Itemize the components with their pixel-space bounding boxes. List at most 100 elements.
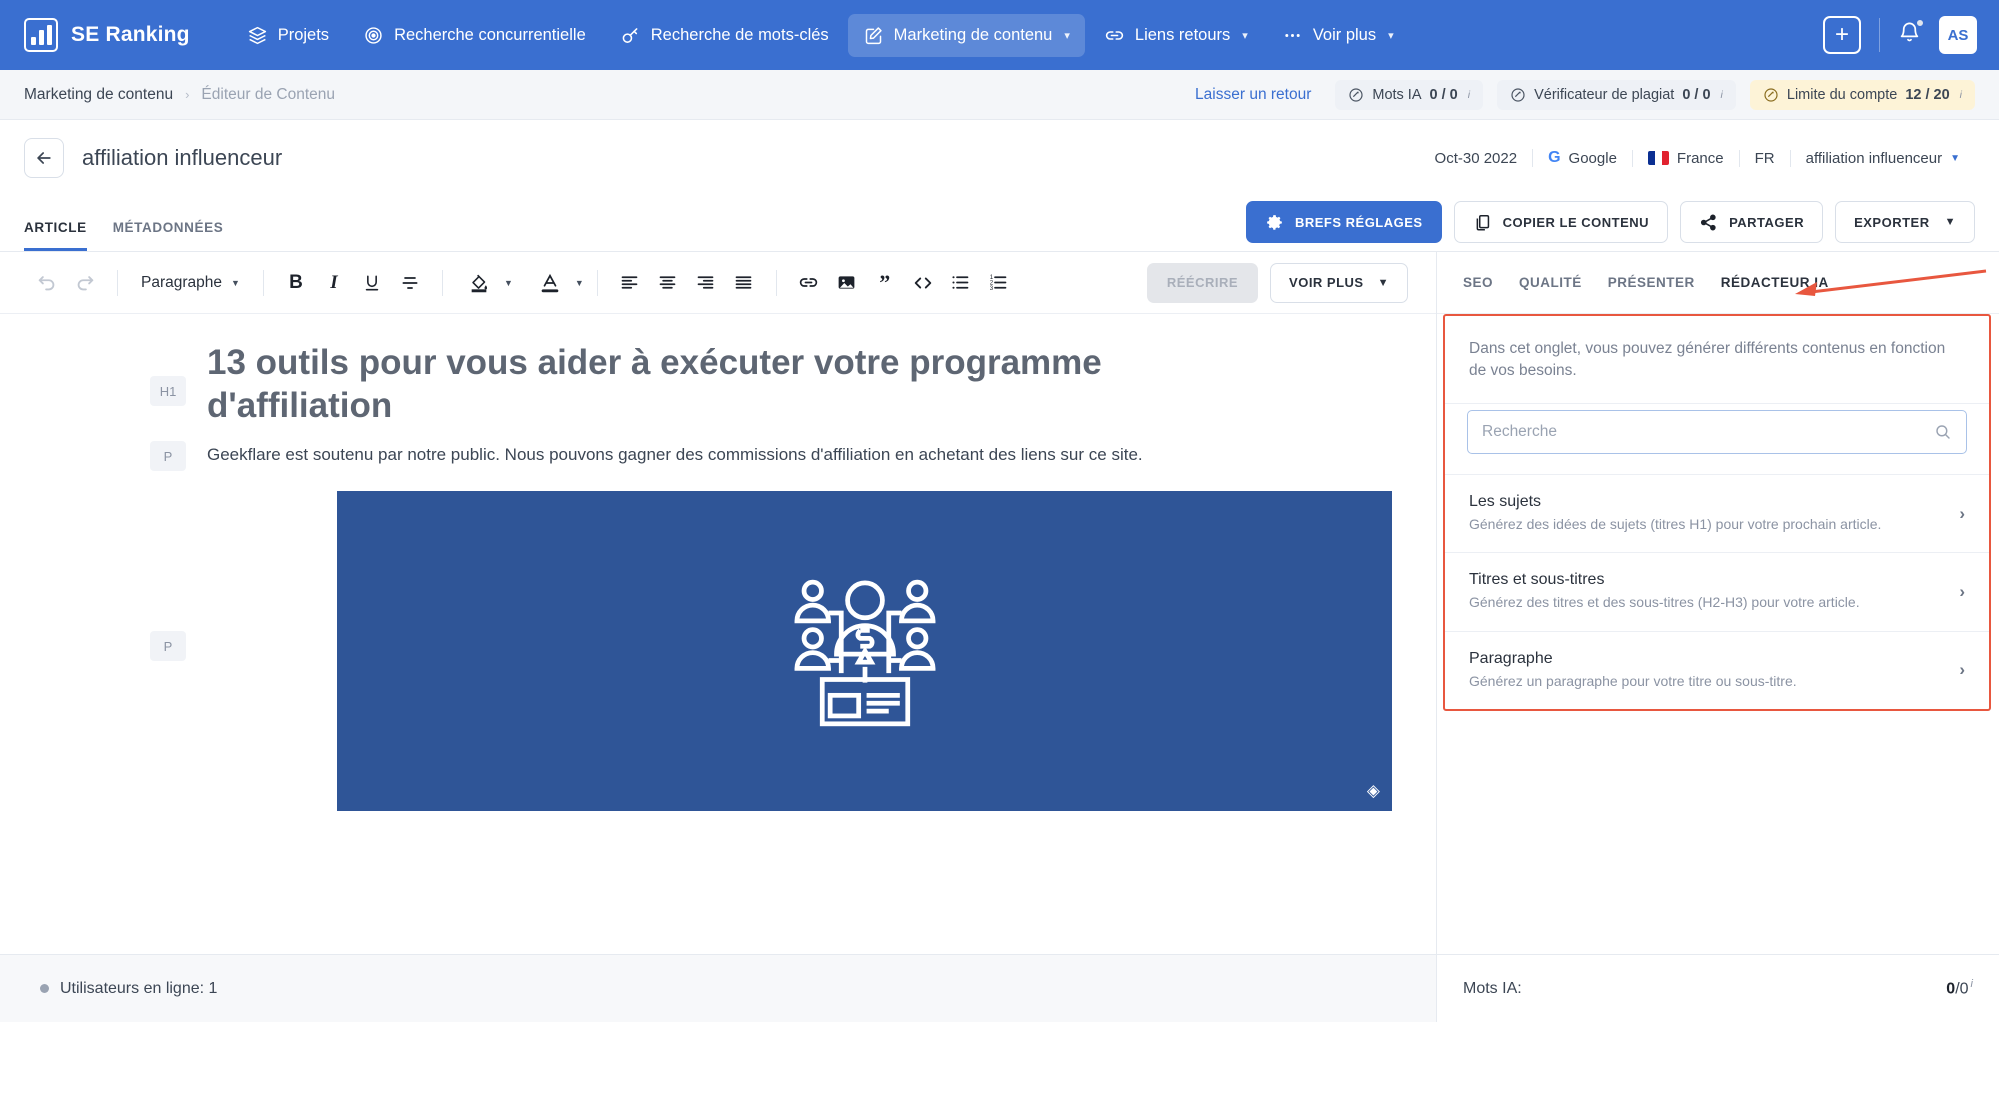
back-button[interactable] — [24, 138, 64, 178]
brand-name: SE Ranking — [71, 23, 190, 46]
text-color-control[interactable]: ▼ — [527, 264, 584, 302]
align-left-icon — [621, 276, 638, 289]
insert-image-button[interactable] — [828, 264, 866, 302]
add-button[interactable]: + — [1823, 16, 1861, 54]
align-right-button[interactable] — [687, 264, 725, 302]
tab-article[interactable]: ARTICLE — [24, 220, 87, 251]
side-tab-presenter[interactable]: PRÉSENTER — [1608, 275, 1695, 290]
image-icon — [838, 276, 855, 289]
ai-option-description: Générez un paragraphe pour votre titre o… — [1469, 672, 1797, 689]
search-input[interactable] — [1482, 422, 1934, 441]
redo-button[interactable] — [66, 264, 104, 302]
align-center-button[interactable] — [649, 264, 687, 302]
nav-item-recherche-concurrentielle[interactable]: Recherche concurrentielle — [348, 14, 601, 57]
pill-mots-ia[interactable]: Mots IA 0 / 0 i — [1335, 79, 1484, 110]
nav-label-recherche-concurrentielle: Recherche concurrentielle — [394, 25, 586, 44]
pill-verificateur-plagiat[interactable]: Vérificateur de plagiat 0 / 0 i — [1497, 79, 1736, 110]
align-justify-icon — [735, 276, 752, 289]
chevron-down-icon: ▼ — [1377, 276, 1389, 289]
chevron-down-icon[interactable]: ▼ — [575, 278, 584, 288]
pill-limite-compte[interactable]: Limite du compte 12 / 20 i — [1749, 79, 1975, 110]
breadcrumb-parent[interactable]: Marketing de contenu — [24, 86, 173, 104]
annotation-arrow-icon — [1795, 269, 1987, 296]
meta-language[interactable]: FR — [1738, 149, 1790, 167]
chevron-down-icon[interactable]: ▼ — [504, 278, 513, 288]
bullet-list-button[interactable] — [942, 264, 980, 302]
blockquote-button[interactable]: ” — [866, 264, 904, 302]
primary-nav: Projets Recherche concurrentielle Recher… — [232, 13, 1409, 57]
info-icon[interactable]: i — [1960, 89, 1962, 101]
editor-canvas[interactable]: H1 13 outils pour vous aider à exécuter … — [0, 314, 1436, 954]
block-format-select[interactable]: Paragraphe ▼ — [131, 264, 250, 302]
link-icon — [800, 278, 818, 287]
ai-option-paragraphe[interactable]: Paragraphe Générez un paragraphe pour vo… — [1445, 630, 1989, 709]
image-resize-handle[interactable]: ◈ — [1367, 781, 1380, 801]
target-icon — [365, 26, 382, 44]
meta-keyword-selector[interactable]: affiliation influenceur ▼ — [1789, 149, 1975, 167]
nav-item-voir-plus[interactable]: Voir plus ▾ — [1267, 14, 1409, 57]
underline-button[interactable] — [353, 264, 391, 302]
article-h1[interactable]: 13 outils pour vous aider à exécuter vot… — [207, 342, 1247, 427]
meta-engine-label: Google — [1568, 149, 1617, 167]
ai-option-les-sujets[interactable]: Les sujets Générez des idées de sujets (… — [1445, 473, 1989, 552]
side-tab-seo[interactable]: SEO — [1463, 275, 1493, 290]
nav-item-marketing-de-contenu[interactable]: Marketing de contenu ▾ — [847, 13, 1085, 57]
brief-settings-button[interactable]: BREFS RÉGLAGES — [1245, 201, 1442, 243]
article-image[interactable]: ◈ — [337, 491, 1392, 812]
strikethrough-button[interactable] — [391, 264, 429, 302]
highlight-color-button[interactable] — [460, 264, 498, 302]
meta-search-engine[interactable]: G Google — [1532, 149, 1632, 167]
export-label: EXPORTER — [1854, 214, 1930, 230]
nav-item-recherche-mots-cles[interactable]: Recherche de mots-clés — [605, 14, 844, 57]
ai-writer-intro: Dans cet onglet, vous pouvez générer dif… — [1469, 340, 1946, 380]
rewrite-button[interactable]: RÉÉCRIRE — [1146, 262, 1259, 303]
ai-option-title: Titres et sous-titres — [1469, 571, 1605, 589]
ai-option-description: Générez des titres et des sous-titres (H… — [1469, 594, 1860, 611]
info-icon[interactable]: i — [1971, 978, 1973, 990]
editor-block-image[interactable]: P ◈ — [0, 491, 1436, 812]
meta-country[interactable]: France — [1631, 149, 1739, 167]
ai-search-box[interactable] — [1467, 409, 1967, 454]
text-color-icon — [541, 273, 559, 292]
brand-logo-link[interactable]: SE Ranking — [24, 18, 190, 52]
code-block-button[interactable] — [904, 264, 942, 302]
bullet-list-icon — [952, 276, 969, 289]
insert-link-button[interactable] — [790, 264, 828, 302]
editor-block-paragraph[interactable]: P Geekflare est soutenu par notre public… — [0, 441, 1436, 472]
top-navigation-bar: SE Ranking Projets Recherche concurrenti… — [0, 0, 1999, 70]
editor-block-h1[interactable]: H1 13 outils pour vous aider à exécuter … — [0, 342, 1436, 427]
notifications-button[interactable] — [1898, 19, 1924, 49]
align-left-button[interactable] — [611, 264, 649, 302]
align-justify-button[interactable] — [725, 264, 763, 302]
bold-button[interactable]: B — [277, 264, 315, 302]
export-button[interactable]: EXPORTER ▼ — [1835, 201, 1975, 243]
nav-item-liens-retours[interactable]: Liens retours ▾ — [1089, 14, 1263, 57]
ai-badge-icon — [1764, 87, 1778, 102]
copy-content-button[interactable]: COPIER LE CONTENU — [1453, 201, 1669, 243]
info-icon[interactable]: i — [1468, 89, 1470, 101]
nav-item-projets[interactable]: Projets — [232, 14, 344, 57]
more-options-button[interactable]: VOIR PLUS ▼ — [1270, 262, 1408, 303]
toolbar-divider — [775, 269, 777, 296]
side-tab-qualite[interactable]: QUALITÉ — [1519, 275, 1582, 290]
share-button[interactable]: PARTAGER — [1680, 201, 1824, 243]
numbered-list-button[interactable]: 123 — [980, 264, 1018, 302]
feedback-link[interactable]: Laisser un retour — [1195, 86, 1311, 104]
italic-button[interactable]: I — [315, 264, 353, 302]
search-icon[interactable] — [1934, 423, 1952, 441]
share-icon — [1701, 214, 1716, 230]
nav-label-liens-retours: Liens retours — [1134, 25, 1231, 44]
document-title-row: affiliation influenceur Oct-30 2022 G Go… — [0, 120, 1999, 196]
info-icon[interactable]: i — [1721, 89, 1723, 101]
pill-label: Limite du compte — [1786, 86, 1898, 103]
ai-badge-icon — [1349, 87, 1363, 102]
highlight-color-control[interactable]: ▼ — [456, 264, 513, 302]
ai-option-titres-sous-titres[interactable]: Titres et sous-titres Générez des titres… — [1445, 552, 1989, 630]
avatar[interactable]: AS — [1939, 16, 1977, 54]
tab-metadonnees[interactable]: MÉTADONNÉES — [113, 220, 224, 251]
article-paragraph[interactable]: Geekflare est soutenu par notre public. … — [207, 445, 1143, 465]
undo-button[interactable] — [28, 264, 66, 302]
text-color-button[interactable] — [531, 264, 569, 302]
toolbar-divider — [441, 269, 443, 296]
ai-words-current: 0 — [1946, 980, 1956, 998]
